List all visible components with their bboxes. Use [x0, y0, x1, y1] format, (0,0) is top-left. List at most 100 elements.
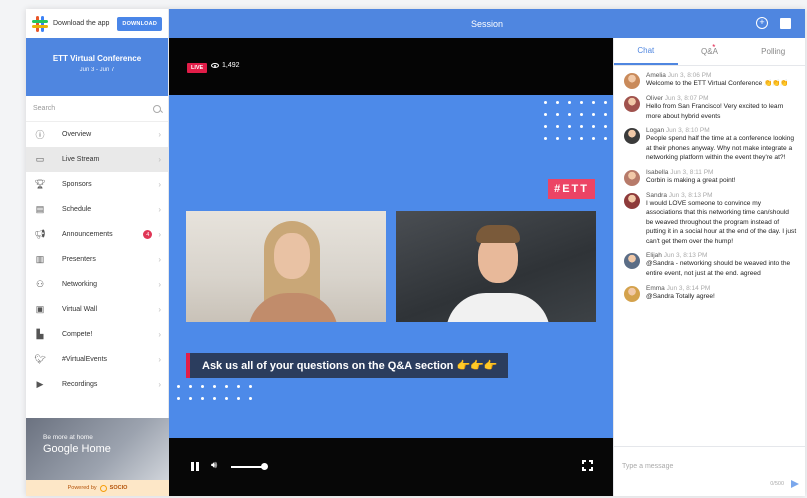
sidebar-item-virtualevents[interactable]: 🐦︎ #VirtualEvents › [26, 347, 168, 372]
message-author[interactable]: Oliver [646, 95, 663, 102]
sidebar-item-label: Recordings [62, 381, 98, 388]
avatar[interactable] [624, 73, 640, 89]
sidebar-item-virtual-wall[interactable]: ▣ Virtual Wall › [26, 297, 168, 322]
tv-icon: ▭ [35, 154, 45, 164]
chevron-right-icon: › [158, 330, 161, 339]
live-badge: LIVE [187, 63, 208, 73]
chat-message: Sandra Jun 3, 8:13 PM I would LOVE someon… [624, 192, 797, 247]
trophy-icon: 🏆︎ [34, 179, 46, 189]
viewer-count-value: 1,492 [222, 62, 240, 69]
sidebar-item-label: Announcements [62, 231, 113, 238]
tab-polling[interactable]: Polling [741, 38, 805, 65]
sidebar-item-sponsors[interactable]: 🏆︎ Sponsors › [26, 172, 168, 197]
avatar[interactable] [624, 96, 640, 112]
sidebar-item-announcements[interactable]: 📢︎ Announcements 4 › [26, 222, 168, 247]
download-text: Download the app [53, 20, 110, 27]
sidebar-item-compete[interactable]: ▙ Compete! › [26, 322, 168, 347]
sidebar: Download the app DOWNLOAD ETT Virtual Co… [26, 9, 169, 496]
chevron-right-icon: › [158, 305, 161, 314]
message-author[interactable]: Logan [646, 127, 664, 134]
wall-icon: ▣ [35, 304, 45, 314]
avatar[interactable] [624, 169, 640, 186]
sidebar-item-overview[interactable]: ⓘ Overview › [26, 122, 168, 147]
powered-by[interactable]: Powered by SOCIO [26, 480, 169, 496]
sidebar-item-schedule[interactable]: ▤ Schedule › [26, 197, 168, 222]
sidebar-item-label: Networking [62, 281, 98, 288]
notification-badge: 4 [143, 230, 153, 239]
download-button[interactable]: DOWNLOAD [117, 16, 162, 31]
send-icon[interactable] [791, 480, 799, 488]
window-icon[interactable] [780, 18, 791, 29]
chevron-right-icon: › [158, 255, 161, 264]
message-author[interactable]: Elijah [646, 252, 662, 259]
sidebar-item-presenters[interactable]: ▥ Presenters › [26, 247, 168, 272]
message-text: I would LOVE someone to convince my asso… [646, 199, 797, 245]
event-card[interactable]: ETT Virtual Conference Jun 3 - Jun 7 [26, 38, 168, 96]
session-header: Session + [169, 9, 805, 38]
video-stage: #ETT Ask us all of your questions on the… [169, 95, 613, 438]
info-icon: ⓘ [35, 130, 45, 140]
decorative-dots-top [544, 101, 607, 140]
message-text: Welcome to the ETT Virtual Conference 👏👏… [646, 80, 789, 87]
powered-by-brand: SOCIO [109, 485, 128, 491]
tab-chat[interactable]: Chat [614, 38, 678, 65]
chat-input[interactable]: Type a message 0/500 [614, 446, 805, 496]
avatar[interactable] [624, 285, 640, 302]
event-dates: Jun 3 - Jun 7 [79, 67, 115, 73]
sidebar-item-recordings[interactable]: ▶ Recordings › [26, 372, 168, 397]
message-author[interactable]: Isabella [646, 169, 668, 176]
chat-tabs: Chat Q&A * Polling [614, 38, 805, 66]
powered-by-prefix: Powered by [67, 485, 97, 491]
chat-panel: Chat Q&A * Polling Amelia Jun 3, 8:06 PM Wel… [613, 38, 805, 496]
message-author[interactable]: Sandra [646, 192, 667, 199]
avatar[interactable] [624, 128, 640, 145]
search-input[interactable]: Search [26, 96, 168, 122]
tab-label: Chat [637, 46, 655, 55]
message-text: People spend half the time at a conferen… [646, 135, 795, 162]
calendar-icon: ▤ [35, 204, 45, 214]
download-bar: Download the app DOWNLOAD [26, 9, 168, 38]
volume-slider[interactable] [231, 466, 263, 468]
message-author[interactable]: Amelia [646, 72, 666, 79]
message-list: Amelia Jun 3, 8:06 PM Welcome to the ETT … [614, 66, 805, 302]
video-player[interactable]: LIVE 1,492 #ETT Ask us all of your quest… [169, 38, 613, 496]
chevron-right-icon: › [158, 130, 161, 139]
message-timestamp: Jun 3, 8:13 PM [663, 252, 708, 260]
viewer-count: 1,492 [211, 62, 240, 69]
sidebar-item-networking[interactable]: ⚇ Networking › [26, 272, 168, 297]
video-controls: 🔊︎ [169, 438, 613, 496]
sidebar-item-label: Virtual Wall [62, 306, 98, 313]
avatar[interactable] [624, 253, 640, 270]
chevron-right-icon: › [158, 380, 161, 389]
avatar[interactable] [624, 192, 640, 209]
search-placeholder: Search [33, 105, 56, 112]
network-icon: ⚇ [35, 279, 45, 289]
eye-icon [211, 63, 219, 68]
message-timestamp: Jun 3, 8:13 PM [668, 191, 713, 199]
tab-qa[interactable]: Q&A * [678, 38, 742, 65]
search-icon[interactable] [153, 104, 161, 113]
chat-message: Elijah Jun 3, 8:13 PM @Sandra - networkin… [624, 252, 797, 278]
message-text: @Sandra - networking should be weaved in… [646, 260, 791, 278]
message-author[interactable]: Emma [646, 285, 665, 292]
megaphone-icon: 📢︎ [34, 229, 46, 239]
add-circle-icon[interactable]: + [756, 17, 768, 29]
sidebar-item-label: Live Stream [62, 156, 100, 163]
sidebar-item-live-stream[interactable]: ▭ Live Stream › [26, 147, 168, 172]
sidebar-item-label: Presenters [62, 256, 96, 263]
tab-label: Polling [761, 47, 786, 56]
sidebar-item-label: Overview [62, 131, 92, 138]
leaderboard-icon: ▙ [36, 329, 44, 339]
message-text: Corbin is making a great point! [646, 176, 736, 184]
promo-banner[interactable]: Be more at home Google Home [26, 418, 169, 480]
tab-label: Q&A [701, 47, 718, 56]
chat-message: Logan Jun 3, 8:10 PM People spend half th… [624, 127, 797, 163]
sidebar-item-label: Schedule [62, 206, 92, 213]
speaker-video-2 [396, 211, 596, 322]
fullscreen-icon[interactable] [581, 459, 596, 474]
sidebar-item-label: Sponsors [62, 181, 92, 188]
message-timestamp: Jun 3, 8:07 PM [664, 95, 709, 102]
volume-icon[interactable]: 🔊︎ [211, 460, 217, 471]
volume-knob[interactable] [261, 463, 268, 470]
pause-icon[interactable] [191, 462, 199, 471]
